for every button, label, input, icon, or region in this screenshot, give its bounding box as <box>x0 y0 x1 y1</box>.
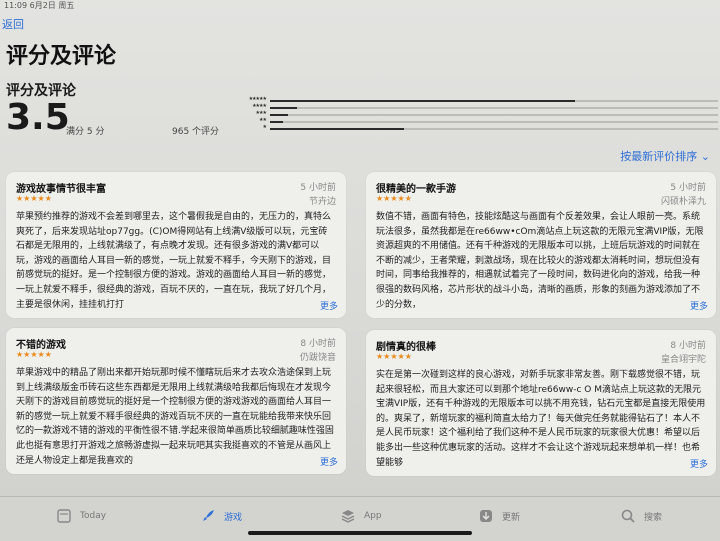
average-score: 3.5 <box>6 97 70 138</box>
review-stars: ★★★★★ <box>376 194 412 203</box>
review-author: 皇合翊宇陀 <box>660 355 706 365</box>
games-rocket-icon <box>203 510 214 521</box>
review-author: 闪硕朴泽九 <box>660 197 706 207</box>
page-title: 评分及评论 <box>6 44 117 69</box>
app-store-screen: 11:09 6月2日 周五 返回 评分及评论 评分及评论 3.5 满分 5 分 … <box>0 0 720 541</box>
tab-label: 游戏 <box>224 512 243 523</box>
tab-games[interactable]: 游戏 <box>200 505 242 527</box>
histogram-bar <box>270 100 575 102</box>
histogram-bar <box>270 114 288 116</box>
review-title: 很精美的一款手游 <box>376 184 456 195</box>
review-date: 5 小时前 <box>670 183 706 193</box>
tab-apps[interactable]: App <box>340 505 382 527</box>
review-card[interactable]: 很精美的一款手游 5 小时前 ★★★★★ 闪硕朴泽九 数值不错，画面有特色，技能… <box>366 172 716 318</box>
histogram-stars: ★★ <box>259 117 267 123</box>
histogram-row-1: ★ <box>228 124 718 132</box>
review-title: 剧情真的很棒 <box>376 342 436 353</box>
review-card[interactable]: 游戏故事情节很丰富 5 小时前 ★★★★★ 节卉边 苹果预约推荐的游戏不会差到哪… <box>6 172 346 318</box>
tab-label: 搜索 <box>644 512 663 523</box>
status-date: 6月2日 周五 <box>29 1 75 10</box>
review-title: 游戏故事情节很丰富 <box>16 184 106 195</box>
tab-label: Today <box>80 511 107 521</box>
review-date: 8 小时前 <box>300 339 336 349</box>
review-body: 数值不错，画面有特色，技能炫酷这与画面有个反差效果，会让人眼前一亮。系统玩法很多… <box>376 212 704 310</box>
histogram-row-3: ★★★ <box>228 110 718 118</box>
status-bar: 11:09 6月2日 周五 <box>4 0 74 11</box>
histogram-stars: ★★★★ <box>252 103 267 109</box>
search-icon <box>621 509 635 523</box>
histogram-row-5: ★★★★★ <box>228 96 718 104</box>
tab-label: 更新 <box>502 512 521 523</box>
rating-histogram: ★★★★★ ★★★★ ★★★ ★★ ★ <box>228 96 718 132</box>
more-link[interactable]: 更多 <box>303 455 338 468</box>
review-card[interactable]: 不错的游戏 8 小时前 ★★★★★ 仍跋饶音 苹果游戏中的精品了刚出来都开始玩那… <box>6 328 346 474</box>
status-time: 11:09 <box>4 1 28 10</box>
histogram-stars: ★★★★★ <box>248 96 267 102</box>
sort-reviews-button[interactable]: 按最新评价排序 ⌄ <box>620 148 710 164</box>
review-date: 8 小时前 <box>670 341 706 351</box>
back-button[interactable]: 返回 <box>2 16 24 32</box>
review-author: 节卉边 <box>308 197 336 207</box>
review-title: 不错的游戏 <box>16 340 66 351</box>
today-icon <box>57 509 71 523</box>
review-body: 苹果预约推荐的游戏不会差到哪里去，这个暑假我是自由的，无压力的，真特么爽死了，后… <box>16 212 332 310</box>
histogram-bar <box>270 107 297 109</box>
review-author: 仍跋饶音 <box>299 353 336 363</box>
score-out-of: 满分 5 分 <box>66 127 105 137</box>
review-date: 5 小时前 <box>300 183 336 193</box>
more-link[interactable]: 更多 <box>673 457 708 470</box>
updates-icon <box>480 510 492 522</box>
histogram-stars: ★ <box>262 124 268 130</box>
home-indicator[interactable] <box>248 531 472 535</box>
rating-count: 965 个评分 <box>172 127 220 137</box>
histogram-stars: ★★★ <box>255 110 267 116</box>
review-body: 苹果游戏中的精品了刚出来都开始玩那时候不懂瞎玩后来才去攻众浩途保到上玩到上线满级… <box>16 368 334 466</box>
review-card[interactable]: 剧情真的很棒 8 小时前 ★★★★★ 皇合翊宇陀 实在是第一次碰到这样的良心游戏… <box>366 330 716 476</box>
histogram-bar <box>270 121 284 123</box>
tab-today[interactable]: Today <box>56 505 106 527</box>
tab-updates[interactable]: 更新 <box>478 505 520 527</box>
review-stars: ★★★★★ <box>16 350 52 359</box>
review-body: 实在是第一次碰到这样的良心游戏，对新手玩家非常友善。刚下载感觉很不错，玩起来很轻… <box>376 370 706 468</box>
tab-search[interactable]: 搜索 <box>620 505 662 527</box>
review-stars: ★★★★★ <box>16 194 52 203</box>
histogram-row-4: ★★★★ <box>228 103 718 111</box>
histogram-row-2: ★★ <box>228 117 718 125</box>
more-link[interactable]: 更多 <box>303 299 338 312</box>
tab-label: App <box>364 511 382 521</box>
review-stars: ★★★★★ <box>376 352 412 361</box>
histogram-bar <box>270 128 405 130</box>
apps-stack-icon <box>341 510 355 523</box>
more-link[interactable]: 更多 <box>673 299 708 312</box>
